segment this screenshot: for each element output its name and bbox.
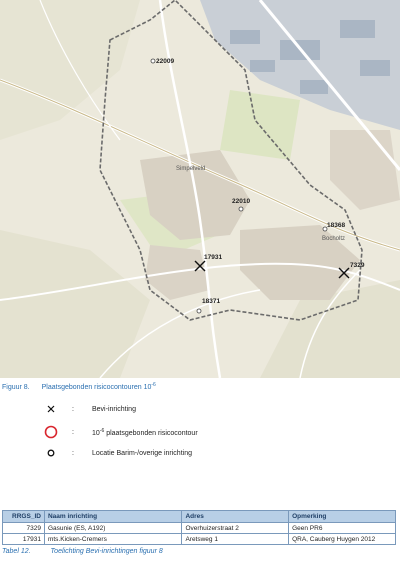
- map-label-22010: 22010: [232, 198, 251, 205]
- bevi-table: RRGS_ID Naam inrichting Adres Opmerking …: [2, 510, 396, 545]
- legend-label-risk-contour: 10-6 plaatsgebonden risicocontour: [92, 427, 198, 437]
- map-label-7329: 7329: [350, 262, 365, 269]
- table-cell: 7329: [2, 522, 45, 534]
- bevi-marker-17931: [194, 260, 206, 272]
- map-label-18368: 18368: [327, 222, 346, 229]
- location-marker-22010: [238, 206, 244, 212]
- table-cell: Geen PR6: [288, 522, 396, 534]
- table-cell: Gasunie (ES, A192): [43, 522, 183, 534]
- column-header: Adres: [181, 510, 290, 523]
- table-header-row: RRGS_ID Naam inrichting Adres Opmerking: [2, 510, 396, 523]
- table-cell: mts.Kicken-Cremers: [43, 533, 183, 545]
- table-cell: QRA, Cauberg Huygen 2012: [288, 533, 396, 545]
- map-label-18371: 18371: [202, 298, 221, 305]
- figure-title-exponent: -6: [151, 382, 156, 388]
- table-number: Tabel 12.: [2, 548, 31, 555]
- figure-title: Plaatsgebonden risicocontouren 10: [41, 384, 152, 391]
- column-header: RRGS_ID: [2, 510, 45, 523]
- place-name-bocholtz: Bocholtz: [322, 236, 346, 242]
- map-label-22009: 22009: [156, 58, 175, 65]
- column-header: Naam inrichting: [43, 510, 183, 523]
- red-circle-icon: [44, 425, 58, 439]
- cross-icon: [44, 402, 58, 416]
- legend-label-bevi: Bevi-inrichting: [92, 405, 136, 413]
- map: [0, 0, 400, 378]
- legend-colon: :: [72, 428, 74, 436]
- table-caption: Tabel 12. Toelichting Bevi-inrichtingen f…: [2, 548, 163, 555]
- table-row: 17931 mts.Kicken-Cremers Aretsweg 1 QRA,…: [2, 533, 396, 545]
- legend-colon: :: [72, 449, 74, 457]
- legend-row-barim: : Locatie Barim-/overige inrichting: [44, 446, 192, 460]
- location-marker-22009: [150, 58, 156, 64]
- black-circle-icon: [44, 446, 58, 460]
- location-marker-18371: [196, 308, 202, 314]
- figure-number: Figuur 8.: [2, 384, 30, 391]
- legend-row-bevi: : Bevi-inrichting: [44, 402, 136, 416]
- column-header: Opmerking: [288, 510, 396, 523]
- table-title: Toelichting Bevi-inrichtingen figuur 8: [50, 548, 163, 555]
- table-cell: Overhuizerstraat 2: [181, 522, 290, 534]
- legend-label-barim: Locatie Barim-/overige inrichting: [92, 449, 192, 457]
- figure-caption: Figuur 8. Plaatsgebonden risicocontouren …: [2, 382, 156, 391]
- legend-row-risk-contour: : 10-6 plaatsgebonden risicocontour: [44, 425, 198, 439]
- bevi-marker-7329: [338, 267, 350, 279]
- table-cell: 17931: [2, 533, 45, 545]
- table-row: 7329 Gasunie (ES, A192) Overhuizerstraat…: [2, 522, 396, 534]
- map-label-17931: 17931: [204, 254, 223, 261]
- legend-colon: :: [72, 405, 74, 413]
- place-name-simpelveld: Simpelveld: [176, 166, 206, 172]
- table-cell: Aretsweg 1: [181, 533, 290, 545]
- location-marker-18368: [322, 226, 328, 232]
